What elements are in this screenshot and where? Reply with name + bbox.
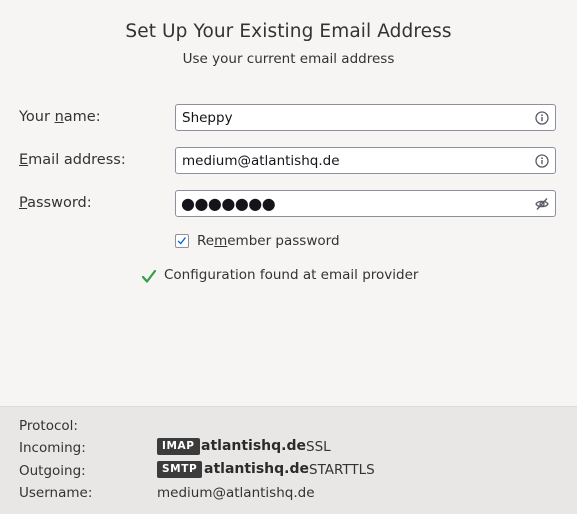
eye-slash-icon[interactable] xyxy=(535,197,549,211)
remember-label-post: ember password xyxy=(227,233,340,249)
password-label-post: assword: xyxy=(27,195,92,211)
page-subtitle: Use your current email address xyxy=(182,51,395,67)
username-label: Username: xyxy=(19,485,93,501)
outgoing-security: STARTTLS xyxy=(309,462,375,478)
name-label-post: ame: xyxy=(63,109,101,125)
name-field[interactable]: Sheppy xyxy=(175,104,556,131)
info-icon[interactable] xyxy=(535,154,549,168)
email-field[interactable]: medium@atlantishq.de xyxy=(175,147,556,174)
password-label: Password: xyxy=(19,195,92,211)
outgoing-label: Outgoing: xyxy=(19,463,86,479)
remember-label-pre: Re xyxy=(197,233,215,249)
email-label-accesskey: E xyxy=(19,152,29,168)
email-label-post: mail address: xyxy=(28,152,126,168)
checkmark-icon xyxy=(141,269,157,283)
incoming-label: Incoming: xyxy=(19,440,86,456)
status-message: Configuration found at email provider xyxy=(164,267,419,283)
password-value[interactable]: ●●●●●●● xyxy=(181,194,276,213)
email-setup-dialog: Set Up Your Existing Email Address Use y… xyxy=(0,0,577,514)
password-field[interactable]: ●●●●●●● xyxy=(175,190,556,217)
email-value[interactable]: medium@atlantishq.de xyxy=(182,153,340,169)
name-label-pre: Your xyxy=(19,109,55,125)
info-icon[interactable] xyxy=(535,111,549,125)
email-label: Email address: xyxy=(19,152,126,168)
name-value[interactable]: Sheppy xyxy=(182,110,233,126)
page-title: Set Up Your Existing Email Address xyxy=(125,21,452,42)
incoming-protocol-badge: IMAP xyxy=(157,438,200,455)
remember-password-label[interactable]: Remember password xyxy=(197,233,340,249)
outgoing-host: atlantishq.de xyxy=(204,461,309,477)
username-value: medium@atlantishq.de xyxy=(157,485,315,501)
checkbox-check-icon xyxy=(177,237,186,245)
protocol-label: Protocol: xyxy=(19,418,78,434)
incoming-security: SSL xyxy=(306,439,331,455)
config-summary-panel: Protocol: Incoming: Outgoing: Username: … xyxy=(0,406,577,514)
remember-password-checkbox[interactable] xyxy=(175,234,189,248)
name-label: Your name: xyxy=(19,109,101,125)
incoming-host: atlantishq.de xyxy=(201,438,306,454)
password-label-accesskey: P xyxy=(19,195,28,211)
remember-label-accesskey: m xyxy=(214,233,228,249)
outgoing-protocol-badge: SMTP xyxy=(157,461,203,478)
name-label-accesskey: n xyxy=(54,109,64,125)
